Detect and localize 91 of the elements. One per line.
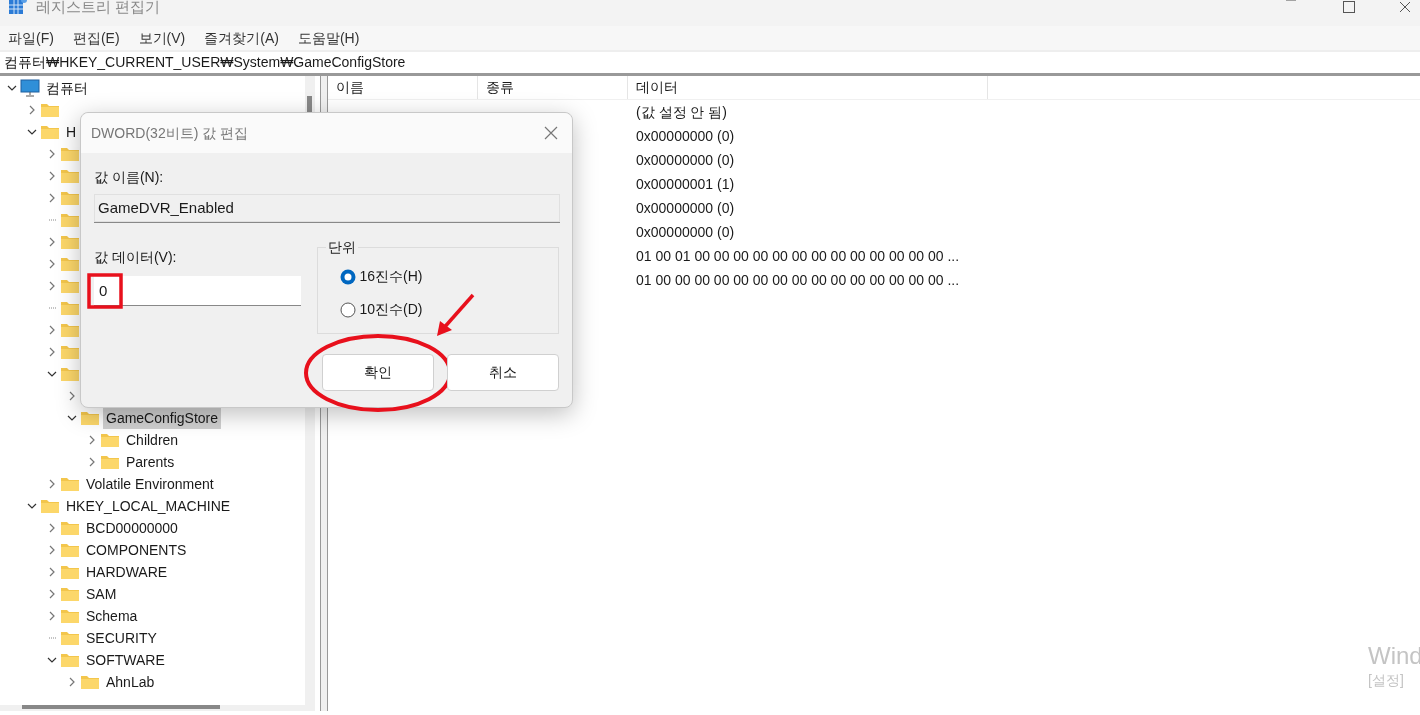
tree-item[interactable]: COMPONENTS <box>83 539 190 561</box>
chevron-right-icon[interactable] <box>67 677 77 687</box>
tree-item[interactable]: SECURITY <box>83 627 160 649</box>
menu-item[interactable]: 파일(F) <box>8 27 54 49</box>
chevron-down-icon[interactable] <box>7 83 17 93</box>
close-icon[interactable] <box>544 126 558 140</box>
table-cell-text: 0x00000000 (0) <box>636 126 735 146</box>
tree-item[interactable]: HKEY_LOCAL_MACHINE <box>63 495 234 517</box>
radio-button[interactable] <box>339 268 356 285</box>
folder-icon <box>80 410 100 426</box>
chevron-right-icon[interactable] <box>47 259 57 269</box>
field-label: 값 이름(N): <box>94 168 165 187</box>
menu-item[interactable]: 도움말(H) <box>297 27 360 49</box>
activation-text: [설정] <box>1368 671 1405 690</box>
folder-icon <box>60 564 80 580</box>
tree-item[interactable]: Schema <box>83 605 141 627</box>
column-header[interactable]: 종류 <box>486 77 514 98</box>
folder-icon <box>40 498 60 514</box>
dialog-button[interactable]: 취소 <box>447 354 559 391</box>
tree-item[interactable]: Children <box>123 429 182 451</box>
radio-label[interactable]: 10진수(D) <box>359 299 423 320</box>
chevron-right-icon[interactable] <box>47 171 57 181</box>
folder-icon <box>60 542 80 558</box>
chevron-right-icon[interactable] <box>47 567 57 577</box>
chevron-right-icon[interactable] <box>47 589 57 599</box>
annotation-arrow <box>434 292 476 338</box>
tree-item[interactable]: H <box>63 121 80 143</box>
chevron-right-icon[interactable] <box>47 347 57 357</box>
table-cell-text: 0x00000001 (1) <box>636 174 735 194</box>
folder-icon <box>60 520 80 536</box>
folder-icon <box>100 454 120 470</box>
chevron-right-icon[interactable] <box>47 611 57 621</box>
radio-label[interactable]: 16진수(H) <box>359 266 423 287</box>
table-cell-text: 01 00 01 00 00 00 00 00 00 00 00 00 00 00 00 00 ... <box>636 246 960 266</box>
chevron-right-icon[interactable] <box>87 435 97 445</box>
close-icon[interactable] <box>1399 1 1411 13</box>
maximize-icon[interactable] <box>1343 1 1355 13</box>
value-name-field: GameDVR_Enabled <box>94 194 560 223</box>
tree-item[interactable]: Parents <box>123 451 178 473</box>
horizontal-scrollbar[interactable] <box>0 705 305 711</box>
tree-item[interactable]: HARDWARE <box>83 561 171 583</box>
chevron-down-icon[interactable] <box>27 127 37 137</box>
chevron-right-icon[interactable] <box>47 479 57 489</box>
chevron-right-icon[interactable] <box>47 149 57 159</box>
folder-icon <box>100 432 120 448</box>
radio-button[interactable] <box>339 301 356 318</box>
chevron-right-icon[interactable] <box>47 325 57 335</box>
chevron-right-icon[interactable] <box>87 457 97 467</box>
table-cell-text: 0x00000000 (0) <box>636 150 735 170</box>
table-cell-text: 0x00000000 (0) <box>636 198 735 218</box>
tree-item[interactable]: GameConfigStore <box>103 407 222 429</box>
tree-item[interactable]: AhnLab <box>103 671 158 693</box>
table-cell-text: 0x00000000 (0) <box>636 222 735 242</box>
chevron-down-icon[interactable] <box>27 501 37 511</box>
folder-icon <box>60 630 80 646</box>
table-cell-text: 01 00 00 00 00 00 00 00 00 00 00 00 00 00 00 00 ... <box>636 270 960 290</box>
column-header[interactable]: 이름 <box>336 77 364 98</box>
registry-app-icon <box>8 0 28 16</box>
tree-item[interactable]: SOFTWARE <box>83 649 168 671</box>
menu-item[interactable]: 즐겨찾기(A) <box>204 27 279 49</box>
tree-item[interactable]: 컴퓨터 <box>43 77 91 99</box>
tree-item[interactable]: BCD00000000 <box>83 517 181 539</box>
chevron-down-icon[interactable] <box>47 655 57 665</box>
address-bar[interactable]: 컴퓨터₩HKEY_CURRENT_USER₩System₩GameConfigStore <box>0 52 1420 76</box>
field-label: 값 데이터(V): <box>94 248 178 267</box>
chevron-right-icon[interactable] <box>27 105 37 115</box>
dialog-title: DWORD(32비트) 값 편집 <box>91 123 249 143</box>
table-cell-text: (값 설정 안 됨) <box>636 102 727 122</box>
folder-icon <box>60 608 80 624</box>
tree-item[interactable]: SAM <box>83 583 120 605</box>
chevron-right-icon[interactable] <box>47 523 57 533</box>
tree-item[interactable]: Volatile Environment <box>83 473 217 495</box>
window-title: 레지스트리 편집기 <box>36 0 161 17</box>
computer-icon <box>20 79 40 97</box>
value-data-field[interactable]: 0 <box>94 276 301 306</box>
chevron-down-icon[interactable] <box>67 413 77 423</box>
column-header[interactable]: 데이터 <box>636 77 678 98</box>
folder-icon <box>60 586 80 602</box>
chevron-right-icon[interactable] <box>47 281 57 291</box>
menu-item[interactable]: 보기(V) <box>138 27 186 49</box>
dialog-button[interactable]: 확인 <box>322 354 434 391</box>
chevron-right-icon[interactable] <box>67 391 77 401</box>
menu-item[interactable]: 편집(E) <box>72 27 120 49</box>
folder-icon <box>80 674 100 690</box>
chevron-right-icon[interactable] <box>47 237 57 247</box>
folder-icon <box>60 476 80 492</box>
chevron-down-icon[interactable] <box>47 369 57 379</box>
folder-icon <box>60 652 80 668</box>
folder-icon <box>40 124 60 140</box>
chevron-right-icon[interactable] <box>47 545 57 555</box>
chevron-right-icon[interactable] <box>47 193 57 203</box>
